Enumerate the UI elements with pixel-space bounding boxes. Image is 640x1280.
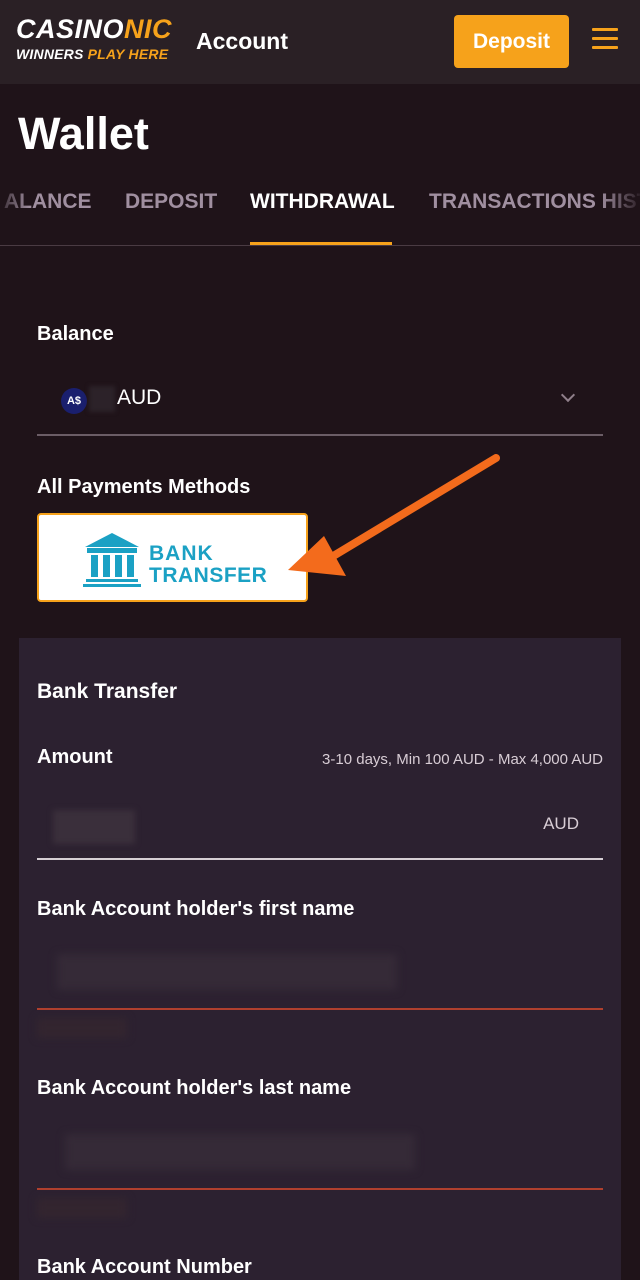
logo-text-white: CASINO — [16, 14, 125, 44]
form-title: Bank Transfer — [37, 680, 178, 703]
annotation-arrow-icon — [288, 454, 500, 576]
deposit-button[interactable]: Deposit — [454, 15, 569, 68]
balance-currency-select[interactable]: A$ AUD — [37, 368, 603, 436]
wallet-tabs: ALANCE DEPOSIT WITHDRAWAL TRANSACTIONS H… — [0, 176, 640, 246]
redacted-amount — [89, 386, 115, 412]
payment-method-bank-transfer[interactable]: BANK TRANSFER — [37, 513, 308, 602]
bank-building-icon — [83, 533, 141, 587]
tab-scroll-fade-left — [0, 176, 30, 236]
balance-label: Balance — [37, 323, 114, 345]
first-name-error-text — [37, 1018, 127, 1038]
redacted-last-name — [65, 1134, 415, 1170]
tab-deposit[interactable]: DEPOSIT — [125, 190, 217, 214]
bank-transfer-logo-text: BANK TRANSFER — [149, 542, 268, 587]
active-tab-indicator — [250, 242, 392, 245]
account-number-label: Bank Account Number — [37, 1256, 252, 1278]
top-header: CASINONIC WINNERS PLAY HERE Account Depo… — [0, 0, 640, 84]
redacted-amount-value — [53, 810, 135, 844]
last-name-input[interactable] — [37, 1110, 603, 1190]
logo-tagline-orange: PLAY HERE — [87, 46, 169, 62]
amount-currency-suffix: AUD — [543, 814, 579, 833]
amount-limits-hint: 3-10 days, Min 100 AUD - Max 4,000 AUD — [322, 751, 603, 768]
casinonic-logo[interactable]: CASINONIC WINNERS PLAY HERE — [16, 14, 172, 62]
currency-code: AUD — [117, 386, 162, 409]
last-name-error-text — [37, 1198, 127, 1218]
first-name-input[interactable] — [37, 930, 603, 1010]
chevron-down-icon — [560, 387, 576, 403]
header-title: Account — [196, 28, 288, 54]
amount-label: Amount — [37, 746, 113, 768]
logo-tagline-white: WINNERS — [16, 46, 88, 62]
tab-scroll-fade-right — [600, 176, 640, 236]
aud-currency-icon: A$ — [61, 388, 87, 414]
page-title: Wallet — [18, 108, 149, 159]
payment-methods-label: All Payments Methods — [37, 476, 251, 498]
bank-transfer-form: Bank Transfer Amount 3-10 days, Min 100 … — [19, 638, 621, 1280]
logo-text-orange: NIC — [124, 14, 173, 44]
tab-withdrawal[interactable]: WITHDRAWAL — [250, 190, 395, 214]
redacted-first-name — [57, 954, 397, 990]
last-name-label: Bank Account holder's last name — [37, 1077, 352, 1099]
first-name-label: Bank Account holder's first name — [37, 898, 355, 920]
amount-input[interactable]: AUD — [37, 788, 603, 860]
hamburger-menu-icon[interactable] — [592, 28, 618, 52]
